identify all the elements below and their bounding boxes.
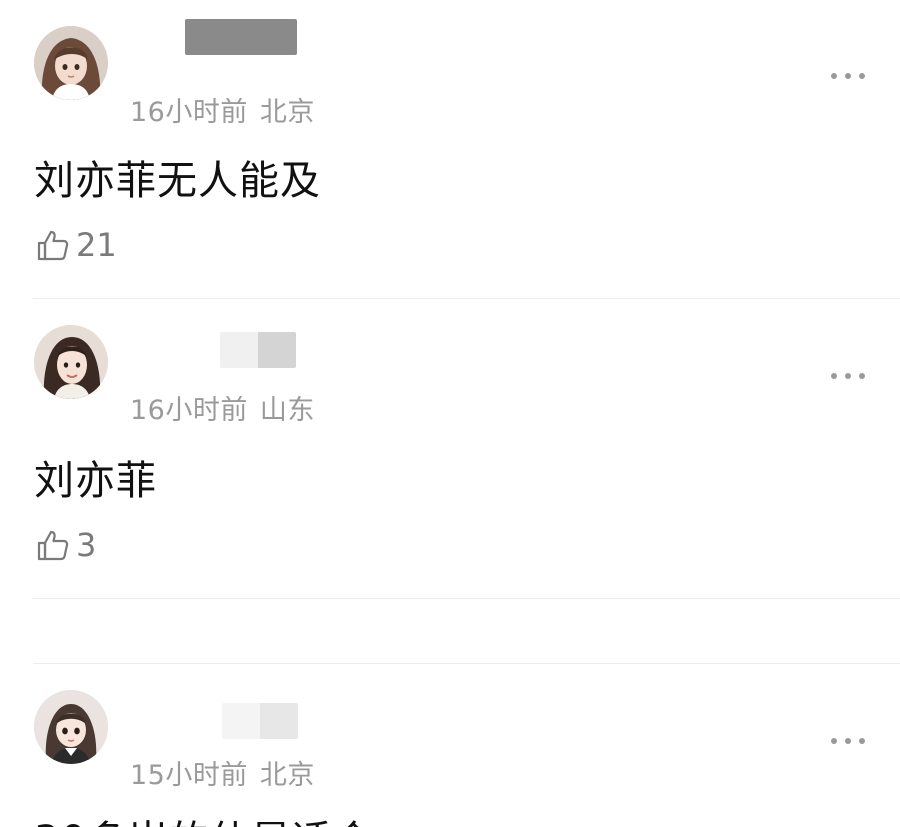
comment-meta: 16小时前 北京: [130, 90, 315, 129]
avatar-photo-girl-icon: [34, 325, 108, 399]
thumbs-up-icon: [37, 530, 69, 561]
username-redacted: [222, 703, 298, 739]
avatar-doll-girl-icon: [34, 690, 108, 764]
avatar-anime-girl-icon: [34, 26, 108, 100]
comment-time: 16小时前: [130, 395, 248, 426]
divider: [33, 663, 900, 664]
comment-time: 16小时前: [130, 97, 248, 128]
comment-location: 北京: [259, 97, 315, 128]
comment-text: 刘亦菲: [34, 458, 157, 504]
divider: [33, 598, 900, 599]
comment-text: 30多岁的仙是适合: [34, 808, 374, 827]
username-redacted: [185, 19, 297, 55]
user-avatar[interactable]: [34, 325, 108, 399]
comment-location: 北京: [259, 760, 315, 791]
comment-meta: 16小时前 山东: [130, 388, 315, 427]
comment-feed: 16小时前 北京 刘亦菲无人能及 21 16小时前 山东 刘亦菲 3 15小时前…: [0, 0, 900, 827]
comment-location: 山东: [259, 395, 315, 426]
username-redacted: [220, 332, 296, 368]
divider: [33, 298, 900, 299]
user-avatar[interactable]: [34, 690, 108, 764]
more-dots-icon[interactable]: [831, 371, 865, 381]
like-count: 3: [76, 526, 97, 564]
like-button[interactable]: 3: [36, 526, 96, 564]
like-count: 21: [76, 226, 117, 264]
more-dots-icon[interactable]: [831, 71, 865, 81]
thumbs-up-icon: [37, 230, 69, 261]
comment-text: 刘亦菲无人能及: [34, 158, 321, 204]
comment-meta: 15小时前 北京: [130, 753, 315, 792]
like-button[interactable]: 21: [36, 226, 117, 264]
user-avatar[interactable]: [34, 26, 108, 100]
more-dots-icon[interactable]: [831, 736, 865, 746]
comment-time: 15小时前: [130, 760, 248, 791]
